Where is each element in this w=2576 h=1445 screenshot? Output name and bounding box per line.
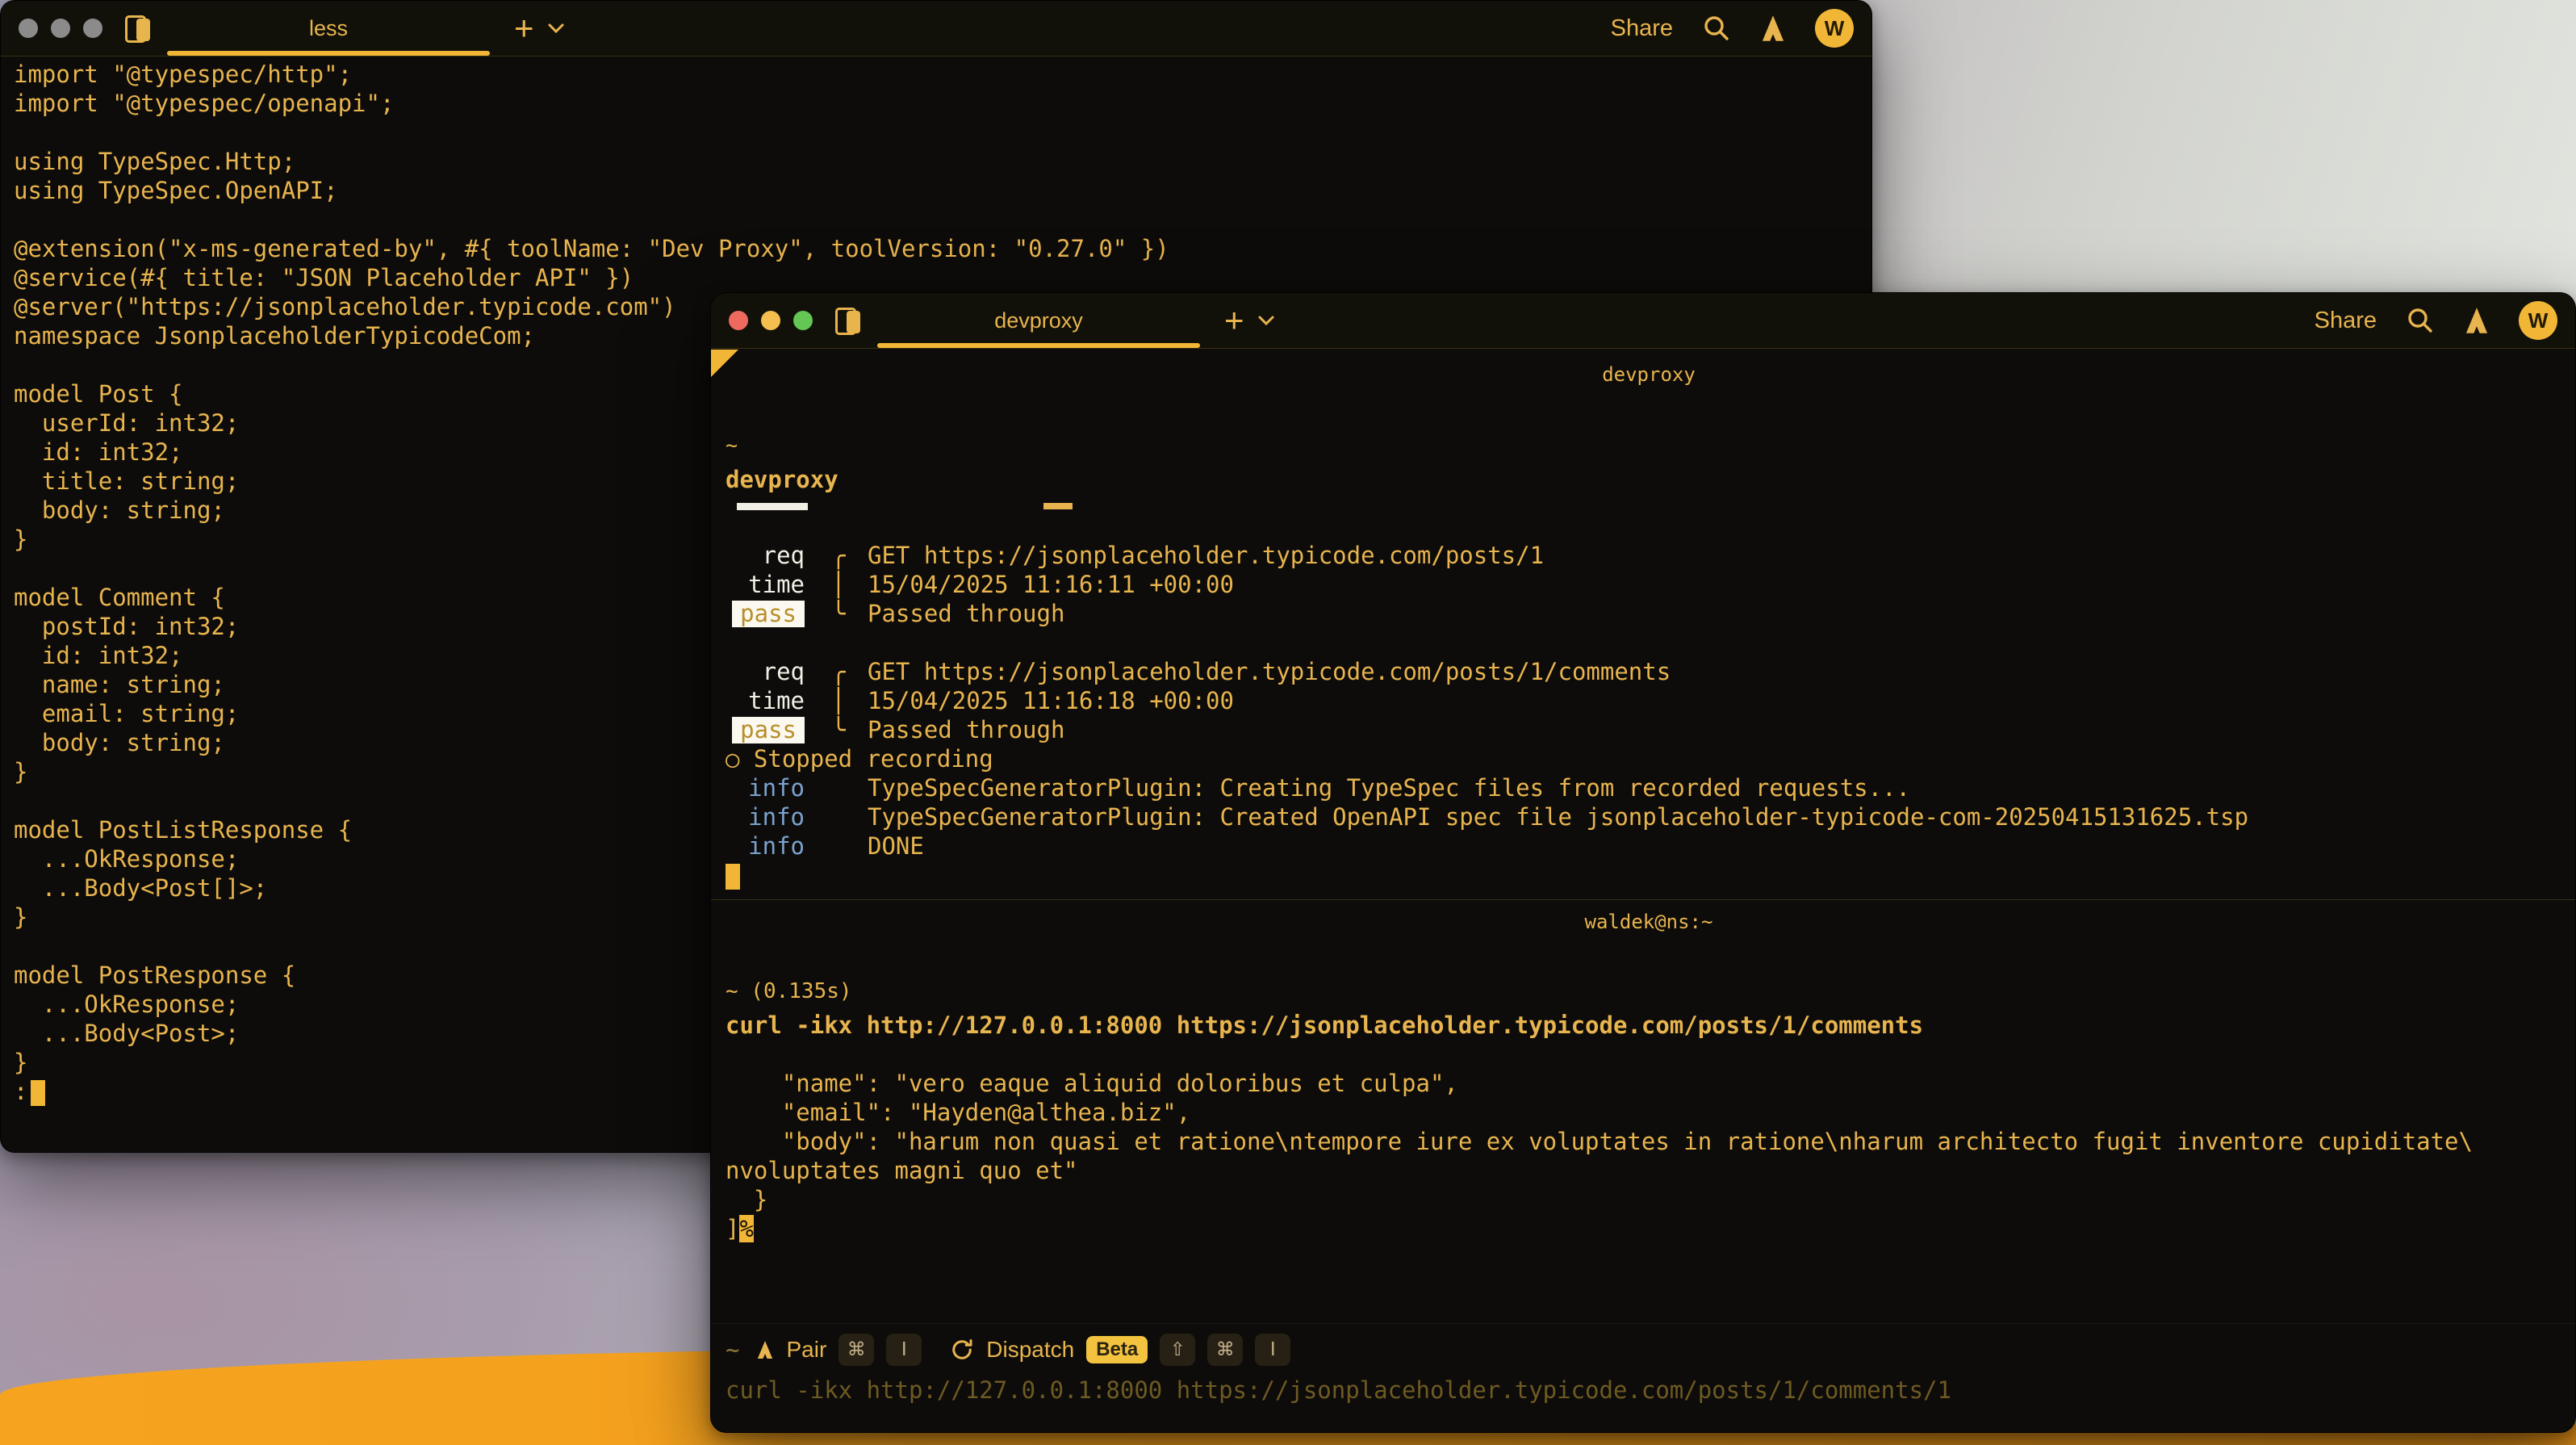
json-line-close: } [726, 1185, 2572, 1214]
block-separator [711, 899, 2575, 900]
zoom-button[interactable] [793, 311, 813, 330]
clipped-output-row [711, 503, 2575, 510]
bracket-bottom: ╰ [809, 599, 868, 628]
dispatch-icon [950, 1338, 974, 1362]
bracket-top: ╭ [809, 657, 868, 686]
info-log: info TypeSpecGeneratorPlugin: Creating T… [726, 773, 2572, 861]
minimize-button[interactable] [51, 19, 70, 38]
json-line-id-clipped: "id": 5, [726, 1040, 2572, 1069]
info-message: TypeSpecGeneratorPlugin: Creating TypeSp… [868, 773, 2572, 802]
json-line-name: "name": "vero eaque aliquid doloribus et… [726, 1069, 2572, 1098]
info-message: TypeSpecGeneratorPlugin: Created OpenAPI… [868, 802, 2572, 831]
chevron-down-icon[interactable] [547, 23, 565, 34]
key-cmd: ⌘ [1207, 1334, 1243, 1366]
info-label: info [726, 831, 809, 861]
key-cmd: ⌘ [838, 1334, 874, 1366]
request-timestamp: 15/04/2025 11:16:18 +00:00 [868, 686, 2572, 715]
active-cursor-row [726, 861, 2572, 890]
request-status: Passed through [868, 599, 2572, 628]
avatar[interactable]: W [1815, 9, 1854, 48]
json-line-body: "body": "harum non quasi et ratione\ntem… [726, 1127, 2572, 1156]
search-icon[interactable] [2406, 306, 2435, 335]
share-button[interactable]: Share [2315, 308, 2377, 334]
pair-button[interactable]: Pair [786, 1337, 826, 1363]
close-button[interactable] [19, 19, 38, 38]
duration-line: ~ (0.135s) [726, 977, 2572, 1006]
req-label: req [726, 541, 809, 570]
dispatch-button[interactable]: Dispatch [986, 1337, 1074, 1363]
json-line-end: ]% [726, 1214, 2572, 1243]
block-header: devproxy [726, 360, 2572, 389]
beta-badge: Beta [1086, 1336, 1148, 1363]
new-tab-button[interactable]: + [514, 11, 534, 45]
request-timestamp: 15/04/2025 11:16:11 +00:00 [868, 570, 2572, 599]
warp-logo-icon [756, 1340, 774, 1359]
desktop-wallpaper: less + Share W import "@typespec/http"; … [0, 0, 2576, 1445]
request-url: GET https://jsonplaceholder.typicode.com… [868, 657, 2572, 686]
zoom-button[interactable] [83, 19, 102, 38]
info-label: info [726, 773, 809, 802]
bracket-mid: │ [809, 686, 868, 715]
request-block-2: req ╭ GET https://jsonplaceholder.typico… [726, 657, 2572, 744]
key-shift: ⇧ [1160, 1334, 1195, 1366]
notebook-icon[interactable] [834, 305, 864, 336]
notebook-icon[interactable] [123, 13, 154, 44]
key-i: I [886, 1334, 922, 1366]
terminal-pane-devproxy[interactable]: devproxy ~ devproxy req ╭ GET https://js… [711, 349, 2575, 1432]
shell-percent-marker: % [739, 1215, 753, 1242]
json-line-email: "email": "Hayden@althea.biz", [726, 1098, 2572, 1127]
terminal-window-devproxy[interactable]: devproxy + Share W devproxy ~ devproxy [710, 292, 2576, 1433]
bracket-bottom: ╰ [809, 715, 868, 744]
req-label: req [726, 657, 809, 686]
json-line-body-wrap: nvoluptates magni quo et" [726, 1156, 2572, 1185]
search-icon[interactable] [1702, 14, 1731, 43]
block-cursor [31, 1080, 45, 1106]
command-suggestion[interactable]: curl -ikx http://127.0.0.1:8000 https://… [726, 1376, 1951, 1405]
request-status: Passed through [868, 715, 2572, 744]
pass-badge: pass [732, 601, 805, 627]
avatar[interactable]: W [2519, 301, 2557, 340]
bracket-top: ╭ [809, 541, 868, 570]
bracket-mid: │ [809, 570, 868, 599]
traffic-lights [19, 19, 102, 38]
time-label: time [726, 570, 809, 599]
tab-title: devproxy [994, 308, 1083, 333]
new-tab-button[interactable]: + [1224, 304, 1244, 337]
close-button[interactable] [729, 311, 748, 330]
block-cursor [726, 864, 740, 890]
tab-devproxy[interactable]: devproxy [877, 293, 1200, 348]
cwd-indicator: ~ [726, 431, 2572, 460]
input-footer[interactable]: ~ Pair ⌘ I Dispatch Beta ⇧ ⌘ I cu [711, 1323, 2575, 1432]
clipped-pass-badge [737, 503, 808, 510]
key-i: I [1255, 1334, 1290, 1366]
info-message: DONE [868, 831, 2572, 861]
cwd-indicator: ~ [726, 1335, 739, 1364]
warp-logo-icon [2464, 307, 2490, 334]
titlebar-front: devproxy + Share W [711, 293, 2575, 349]
stopped-recording-line: ○ Stopped recording [726, 744, 2572, 773]
command-devproxy: devproxy [726, 465, 2572, 494]
command-curl: curl -ikx http://127.0.0.1:8000 https://… [726, 1011, 2572, 1040]
request-url: GET https://jsonplaceholder.typicode.com… [868, 541, 2572, 570]
pass-badge: pass [732, 717, 805, 743]
chevron-down-icon[interactable] [1257, 315, 1275, 326]
warp-logo-icon [1760, 15, 1786, 42]
clipped-text-fragment [1043, 503, 1073, 509]
time-label: time [726, 686, 809, 715]
footer-toolbar: ~ Pair ⌘ I Dispatch Beta ⇧ ⌘ I [726, 1332, 1290, 1368]
request-block-1: req ╭ GET https://jsonplaceholder.typico… [726, 541, 2572, 628]
tab-title: less [309, 16, 348, 41]
share-button[interactable]: Share [1611, 15, 1673, 42]
session-header: waldek@ns:~ [726, 907, 2572, 936]
info-label: info [726, 802, 809, 831]
tab-less[interactable]: less [167, 1, 490, 56]
traffic-lights [729, 311, 813, 330]
titlebar-back: less + Share W [1, 1, 1871, 57]
minimize-button[interactable] [761, 311, 780, 330]
